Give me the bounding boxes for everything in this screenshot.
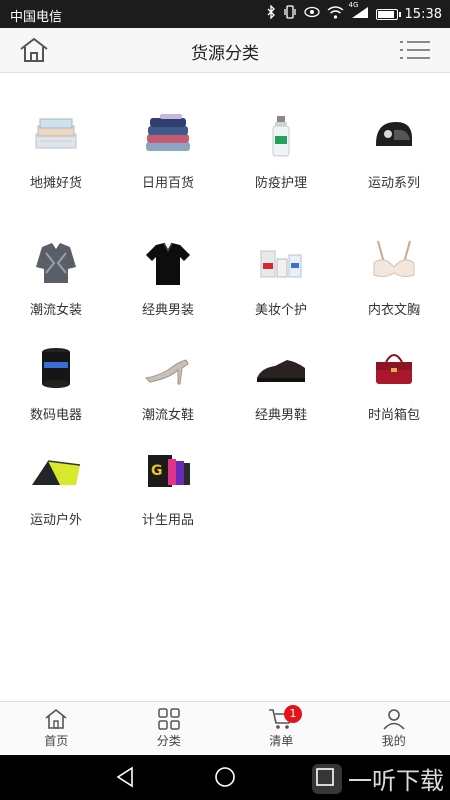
- bra-image: [373, 240, 415, 278]
- category-label: 防疫护理: [254, 176, 307, 191]
- vibrate-icon: [283, 5, 297, 23]
- category-label: 经典男装: [141, 303, 194, 318]
- header: 货源分类: [0, 28, 450, 73]
- category-item[interactable]: 美妆个护: [225, 233, 337, 318]
- category-item[interactable]: 运动系列: [338, 106, 450, 191]
- category-item[interactable]: 经典男装: [112, 233, 224, 318]
- tab-label: 我的: [381, 734, 406, 748]
- category-item[interactable]: 防疫护理: [225, 106, 337, 191]
- page-title: 货源分类: [191, 44, 259, 64]
- category-item[interactable]: G 计生用品: [112, 443, 224, 528]
- towels-image: [146, 114, 190, 151]
- tent-image: [32, 460, 81, 485]
- carrier-name: 中国电信: [10, 10, 63, 25]
- list-menu-icon: [400, 41, 430, 59]
- user-icon: [383, 709, 405, 730]
- category-label: 运动户外: [29, 513, 82, 528]
- category-item[interactable]: 地摊好货: [0, 106, 112, 191]
- cellular-signal-icon: 4G: [349, 1, 369, 23]
- category-label: 运动系列: [367, 176, 420, 191]
- category-label: 内衣文胸: [367, 303, 420, 318]
- watermark-text: 一听下载: [348, 767, 444, 795]
- status-bar: 中国电信 4G 15:38: [0, 0, 450, 28]
- tab-category[interactable]: 分类: [113, 702, 226, 755]
- spray-bottle-image: [272, 116, 290, 157]
- cosmetics-set-image: [260, 250, 302, 278]
- category-item[interactable]: 经典男鞋: [225, 338, 337, 423]
- category-item[interactable]: 时尚箱包: [338, 338, 450, 423]
- category-label: 经典男鞋: [254, 408, 307, 423]
- fur-jacket-image: [36, 243, 76, 283]
- grid-icon: [158, 708, 180, 730]
- tab-label: 分类: [156, 734, 181, 748]
- tab-profile[interactable]: 我的: [338, 702, 450, 755]
- product-boxes-image: G: [148, 455, 190, 487]
- category-label: 潮流女装: [29, 303, 82, 318]
- bluetooth-icon: [267, 4, 276, 23]
- storage-boxes-image: [35, 118, 77, 149]
- tab-label: 首页: [44, 734, 69, 748]
- high-heel-image: [144, 359, 189, 385]
- back-icon[interactable]: [114, 766, 136, 788]
- category-label: 时尚箱包: [367, 408, 420, 423]
- category-label: 美妆个护: [254, 303, 307, 318]
- category-item[interactable]: 潮流女装: [0, 233, 112, 318]
- polo-shirt-image: [146, 242, 190, 285]
- category-label: 日用百货: [141, 176, 194, 191]
- wifi-icon: [327, 5, 344, 23]
- category-label: 潮流女鞋: [141, 408, 194, 423]
- category-label: 地摊好货: [29, 176, 82, 191]
- handbag-image: [376, 354, 412, 384]
- category-item[interactable]: 运动户外: [0, 443, 112, 528]
- bottom-tab-bar: 首页 分类 清单 我的 1: [0, 701, 450, 755]
- category-item[interactable]: 日用百货: [112, 106, 224, 191]
- tab-home[interactable]: 首页: [0, 702, 113, 755]
- watermark: 一听下载: [312, 761, 444, 796]
- home-circle-icon[interactable]: [214, 766, 236, 788]
- category-item[interactable]: 内衣文胸: [338, 233, 450, 318]
- tab-cart[interactable]: 清单: [225, 702, 338, 755]
- category-item[interactable]: 潮流女鞋: [112, 338, 224, 423]
- eye-icon: [303, 6, 320, 22]
- svg-text:G: G: [151, 463, 163, 479]
- mosquito-lamp-image: [42, 348, 70, 388]
- cart-count-badge: 1: [284, 705, 302, 723]
- category-item[interactable]: 数码电器: [0, 338, 112, 423]
- watermark-logo-icon: [312, 763, 342, 794]
- network-type-badge: 4G: [348, 0, 359, 9]
- helmet-image: [376, 122, 412, 146]
- category-label: 数码电器: [29, 408, 82, 423]
- home-icon: [45, 708, 67, 729]
- clock: 15:38: [404, 6, 442, 22]
- system-nav-bar: 一听下载: [0, 755, 450, 800]
- list-menu-button[interactable]: [398, 37, 432, 63]
- tab-label: 清单: [269, 734, 294, 748]
- mens-shoe-image: [257, 360, 305, 382]
- battery-icon: [375, 8, 401, 20]
- category-label: 计生用品: [141, 513, 194, 528]
